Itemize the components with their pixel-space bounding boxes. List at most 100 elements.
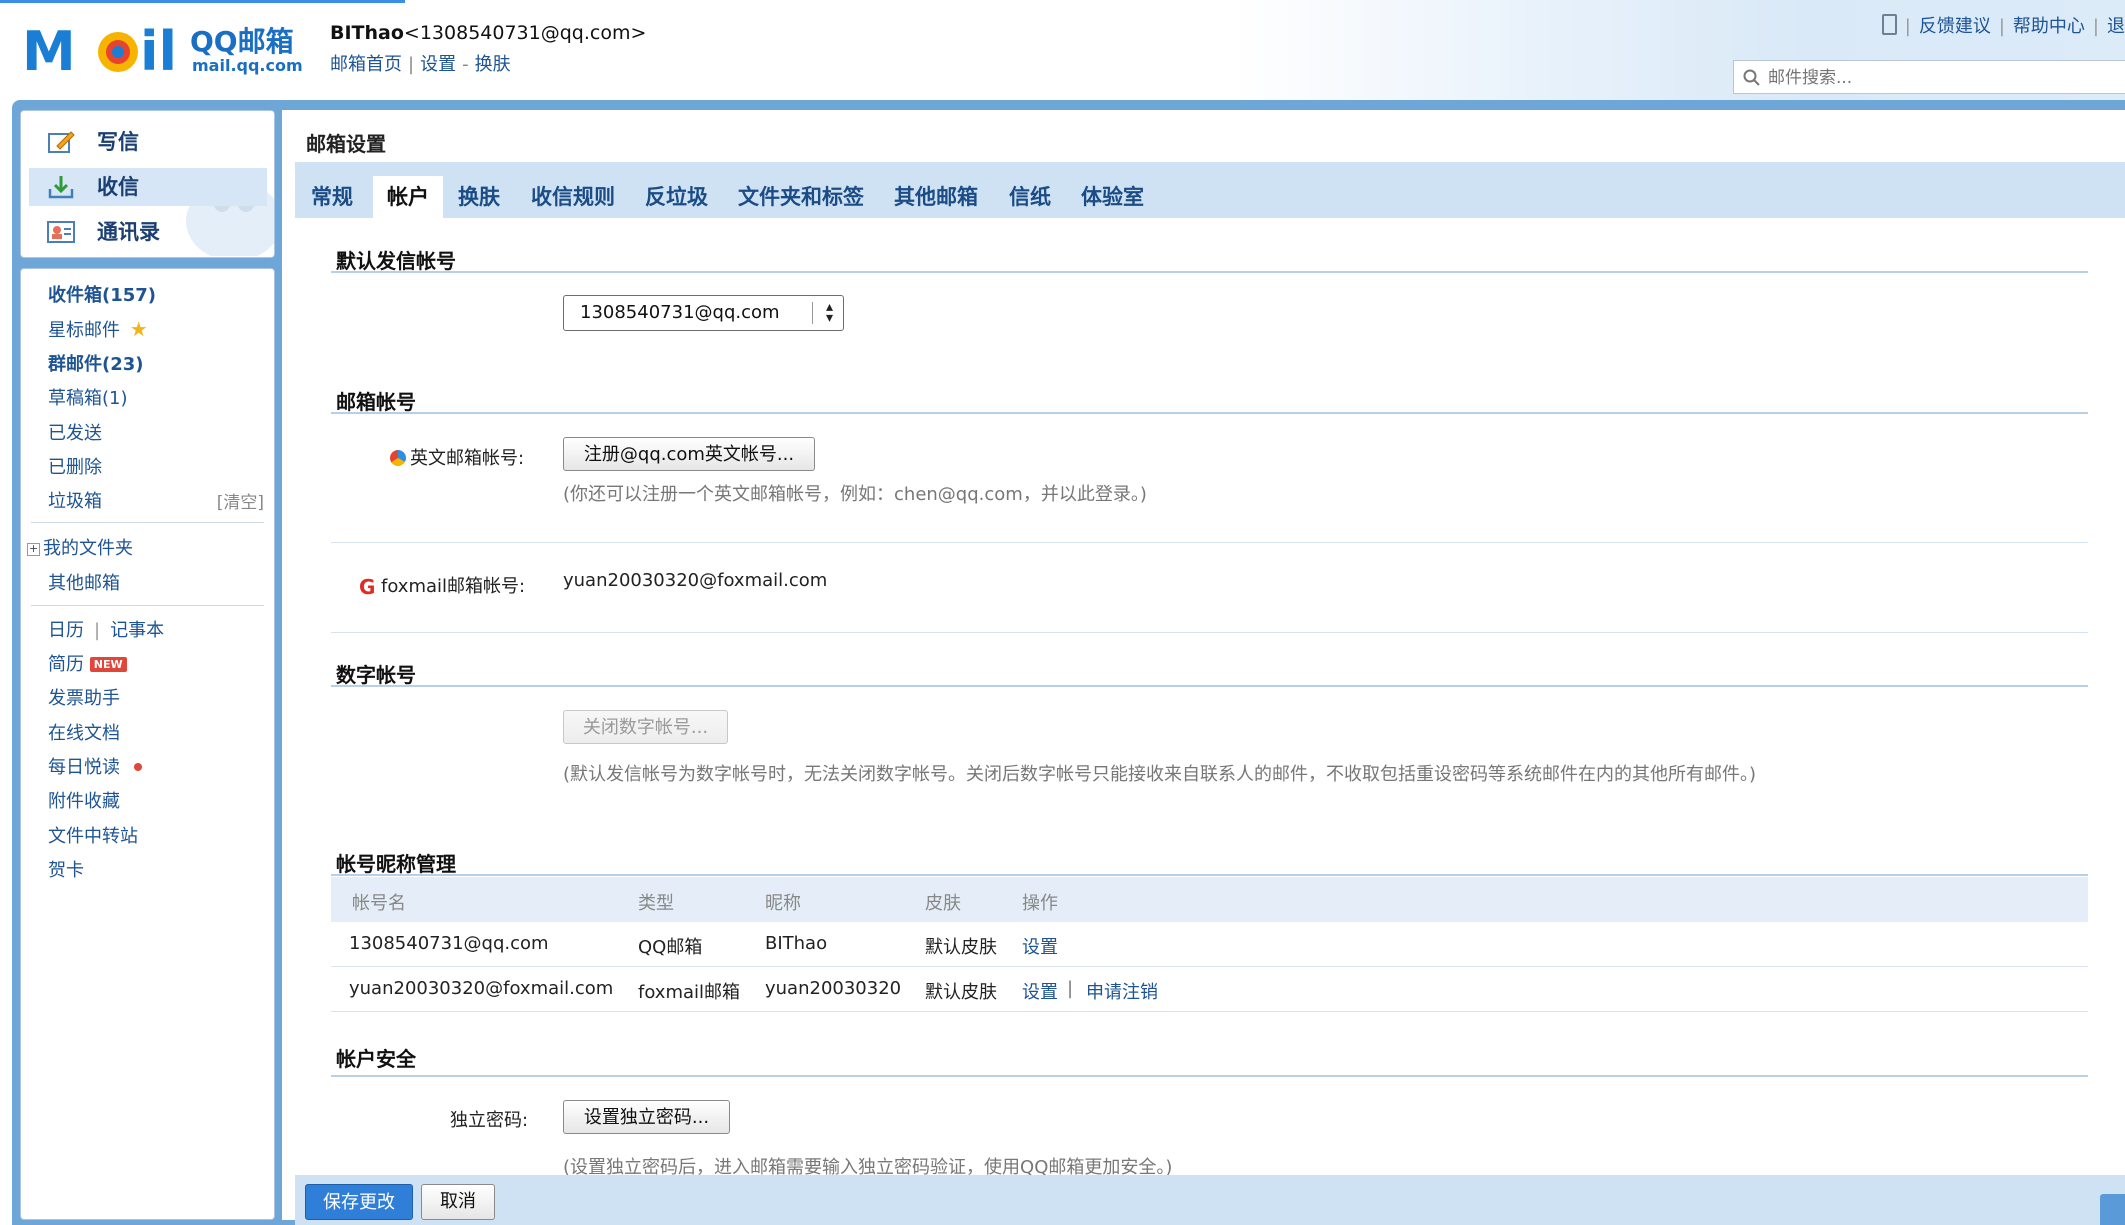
divider xyxy=(31,522,264,523)
compose-label: 写信 xyxy=(97,130,139,154)
folder-group-mail[interactable]: 群邮件(23) xyxy=(48,350,144,376)
row-divider xyxy=(331,632,2088,633)
cell-type: QQ邮箱 xyxy=(638,937,703,958)
inbox-receive-label: 收信 xyxy=(97,175,139,199)
inbox-download-icon xyxy=(48,176,74,199)
resume-link[interactable]: 简历 NEW xyxy=(48,650,127,676)
request-cancel-link[interactable]: 申请注销 xyxy=(1086,978,1158,1004)
select-divider xyxy=(812,302,813,324)
default-send-select[interactable]: 1308540731@qq.com ▴ ▾ xyxy=(563,295,844,331)
user-name: BIThao xyxy=(330,22,404,44)
folder-drafts[interactable]: 草稿箱(1) xyxy=(48,384,128,410)
tab-account[interactable]: 帐户 xyxy=(373,176,443,218)
tab-folders-labels[interactable]: 文件夹和标签 xyxy=(724,176,878,218)
svg-text:M: M xyxy=(22,20,76,80)
close-digital-account-button[interactable]: 关闭数字帐号... xyxy=(563,710,728,744)
folder-inbox[interactable]: 收件箱(157) xyxy=(48,281,156,307)
mailbox-home-link[interactable]: 邮箱首页 xyxy=(330,54,402,75)
folder-starred-label: 星标邮件 xyxy=(48,320,120,341)
independent-password-label: 独立密码: xyxy=(450,1110,529,1131)
chat-corner-icon[interactable] xyxy=(2100,1194,2125,1225)
settings-tab-bar: 常规 帐户 换肤 收信规则 反垃圾 文件夹和标签 其他邮箱 信纸 体验室 xyxy=(295,162,2125,218)
digital-account-hint: (默认发信帐号为数字帐号时，无法关闭数字帐号。关闭后数字帐号只能接收来自联系人的… xyxy=(563,764,1757,785)
folder-deleted[interactable]: 已删除 xyxy=(48,453,102,479)
row-settings-link[interactable]: 设置 xyxy=(1022,978,1058,1004)
expand-plus-icon: + xyxy=(27,542,40,556)
greeting-cards-link[interactable]: 贺卡 xyxy=(48,856,84,882)
online-docs-link[interactable]: 在线文档 xyxy=(48,719,120,745)
qq-globe-icon xyxy=(390,450,406,466)
unread-dot-icon xyxy=(133,763,142,771)
notepad-link[interactable]: 记事本 xyxy=(110,620,164,641)
select-arrows-icon: ▴ ▾ xyxy=(825,299,833,326)
settings-link[interactable]: 设置 xyxy=(420,54,456,75)
foxmail-account-label-row: Gfoxmail邮箱帐号: xyxy=(359,572,525,598)
qq-mail-logo[interactable]: M il QQ邮箱 mail.qq.com xyxy=(22,18,312,83)
contacts-button[interactable]: 通讯录 xyxy=(29,213,267,251)
calendar-link[interactable]: 日历 xyxy=(48,620,84,641)
section-divider xyxy=(331,412,2088,414)
logo-subtitle: mail.qq.com xyxy=(192,56,303,75)
foxmail-icon: G xyxy=(359,575,376,599)
clear-trash-link[interactable]: [清空] xyxy=(217,488,264,513)
search-icon xyxy=(1743,69,1760,86)
invoice-assistant-link[interactable]: 发票助手 xyxy=(48,684,120,710)
tab-stationery[interactable]: 信纸 xyxy=(995,176,1065,218)
tab-lab[interactable]: 体验室 xyxy=(1067,176,1158,218)
feedback-link[interactable]: 反馈建议 xyxy=(1919,16,1991,37)
calendar-notepad-row: 日历 | 记事本 xyxy=(48,620,165,641)
section-divider xyxy=(331,271,2088,273)
tab-receive-rules[interactable]: 收信规则 xyxy=(517,176,629,218)
header-progress-line xyxy=(0,0,405,3)
inbox-receive-button[interactable]: 收信 xyxy=(29,168,267,206)
cancel-button[interactable]: 取消 xyxy=(421,1184,495,1220)
mobile-icon[interactable] xyxy=(1881,14,1897,35)
set-independent-password-button[interactable]: 设置独立密码... xyxy=(563,1100,730,1134)
folder-other-mailbox[interactable]: 其他邮箱 xyxy=(48,569,120,595)
folder-sent[interactable]: 已发送 xyxy=(48,419,102,445)
compose-button[interactable]: 写信 xyxy=(29,123,267,161)
section-default-send: 默认发信帐号 xyxy=(336,249,456,273)
section-mail-account: 邮箱帐号 xyxy=(336,390,416,414)
bottom-action-bar xyxy=(295,1175,2125,1225)
tab-skin[interactable]: 换肤 xyxy=(444,176,514,218)
folder-panel: 收件箱(157) 星标邮件 ★ 群邮件(23) 草稿箱(1) 已发送 已删除 垃… xyxy=(20,268,275,1220)
default-send-value: 1308540731@qq.com xyxy=(580,302,780,323)
attachments-link[interactable]: 附件收藏 xyxy=(48,787,120,813)
register-english-account-button[interactable]: 注册@qq.com英文帐号... xyxy=(563,437,815,471)
save-changes-button[interactable]: 保存更改 xyxy=(305,1184,413,1220)
row-settings-link[interactable]: 设置 xyxy=(1022,933,1058,959)
table-row: 1308540731@qq.com QQ邮箱 BIThao 默认皮肤 设置 xyxy=(331,922,2088,967)
cell-type: foxmail邮箱 xyxy=(638,982,741,1003)
col-skin: 皮肤 xyxy=(925,893,961,914)
compose-icon xyxy=(48,131,75,153)
skin-link[interactable]: 换肤 xyxy=(475,54,511,75)
logout-link[interactable]: 退 xyxy=(2107,16,2125,37)
action-separator: | xyxy=(1067,978,1074,999)
col-type: 类型 xyxy=(638,893,674,914)
help-center-link[interactable]: 帮助中心 xyxy=(2013,16,2085,37)
mail-search-box[interactable] xyxy=(1733,60,2125,94)
cell-skin: 默认皮肤 xyxy=(925,982,997,1003)
tab-other-mailbox[interactable]: 其他邮箱 xyxy=(880,176,992,218)
section-security: 帐户安全 xyxy=(336,1047,416,1071)
new-badge: NEW xyxy=(89,657,127,672)
english-account-label-row: 英文邮箱帐号: xyxy=(390,444,524,470)
tab-anti-spam[interactable]: 反垃圾 xyxy=(631,176,722,218)
mail-search-input[interactable] xyxy=(1766,66,2120,90)
settings-content xyxy=(282,110,2125,1220)
folder-trash[interactable]: 垃圾箱 xyxy=(48,487,102,513)
top-right-links: | 反馈建议 | 帮助中心 | 退 xyxy=(1881,12,2125,38)
col-nickname: 昵称 xyxy=(765,893,801,914)
tab-general[interactable]: 常规 xyxy=(297,176,367,218)
section-nickname: 帐号昵称管理 xyxy=(336,852,456,876)
my-folders-toggle[interactable]: + 我的文件夹 xyxy=(27,534,133,560)
star-icon: ★ xyxy=(129,317,148,341)
col-action: 操作 xyxy=(1022,893,1058,914)
daily-read-link[interactable]: 每日悦读 xyxy=(48,753,142,779)
folder-starred[interactable]: 星标邮件 ★ xyxy=(48,316,148,342)
file-transfer-link[interactable]: 文件中转站 xyxy=(48,822,138,848)
resume-label: 简历 xyxy=(48,654,84,675)
cell-nickname: yuan20030320 xyxy=(765,978,902,999)
english-account-hint: (你还可以注册一个英文邮箱帐号，例如：chen@qq.com，并以此登录。) xyxy=(563,484,1147,505)
